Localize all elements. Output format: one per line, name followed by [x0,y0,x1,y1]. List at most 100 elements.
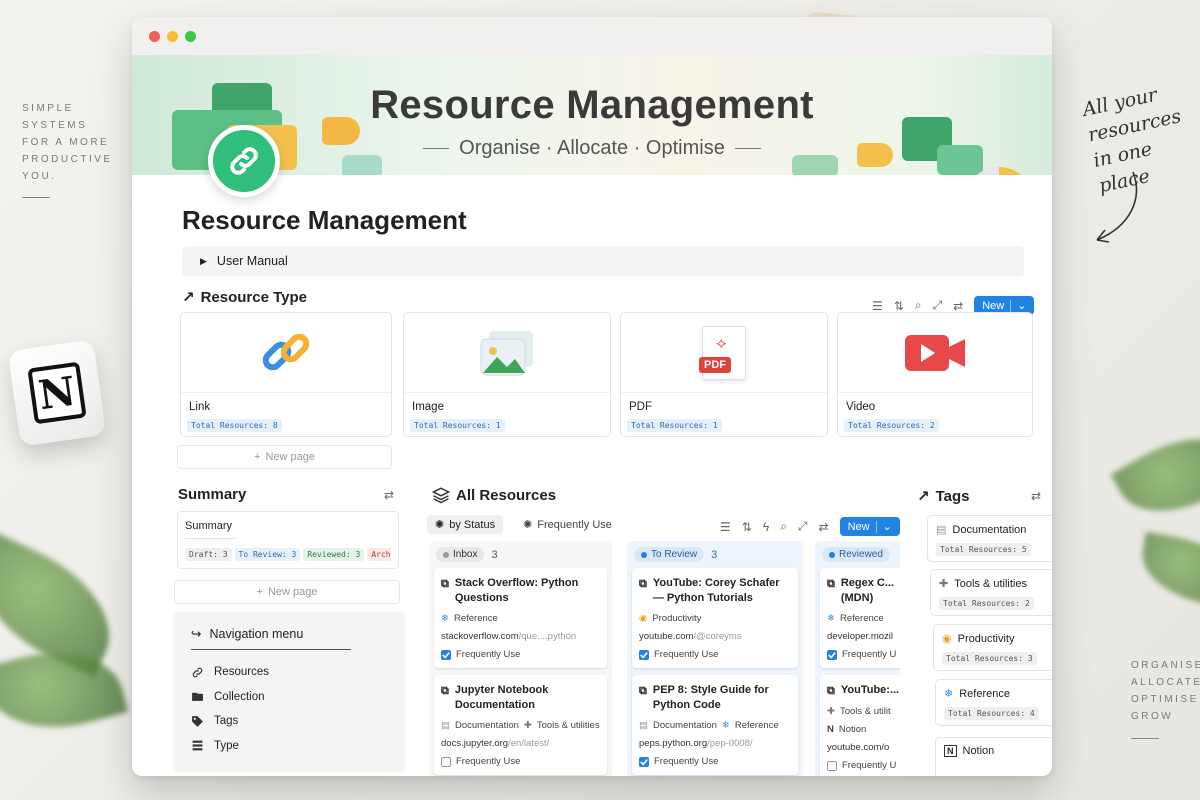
snowflake-icon: ❄ [944,688,954,700]
checkbox-label: Frequently U [842,649,897,660]
nav-item-label: Collection [214,690,265,703]
resource-type-card-pdf[interactable]: ⟡ PDF PDF Total Resources: 1 [620,312,828,437]
url-path: /en/latest/ [508,738,550,749]
resource-url[interactable]: youtube.com/o [827,742,900,753]
settings-sliders-icon[interactable]: ⇄ [953,299,963,313]
resource-title: ⧉ Stack Overflow: Python Questions [441,576,600,606]
resource-card[interactable]: ⧉ YouTube: Corey Schafer — Python Tutoria… [632,568,798,668]
column-header: Inbox 3 [436,547,607,562]
checkbox-label: Frequently Use [654,649,719,660]
folder-icon [192,692,203,702]
resource-url[interactable]: stackoverflow.com/que....python [441,631,600,642]
minimize-window-button[interactable] [167,31,178,42]
frequently-use-checkbox[interactable]: Frequently U [827,760,900,771]
resource-type-heading[interactable]: ↗ Resource Type [182,288,307,307]
tag-card-productivity[interactable]: ◉ Productivity Total Resources: 3 [933,624,1052,671]
url-main: youtube.com/o [827,742,890,753]
tag-card-tools-utilities[interactable]: ✚ Tools & utilities Total Resources: 2 [930,569,1052,616]
resource-url[interactable]: docs.jupyter.org/en/latest/ [441,738,600,749]
resource-url[interactable]: developer.mozil [827,631,900,642]
settings-sliders-icon[interactable]: ⇄ [1031,489,1041,503]
frequently-use-checkbox[interactable]: Frequently Use [639,756,791,767]
resource-type-card-link[interactable]: Link Total Resources: 8 [180,312,392,437]
resource-card[interactable]: ⧉ Stack Overflow: Python Questions ❄ Refer… [434,568,607,668]
frequently-use-checkbox[interactable]: Frequently Use [639,649,791,660]
resource-card[interactable]: ⧉ Regex C... (MDN) ❄ Reference developer.m… [820,568,900,668]
user-manual-label: User Manual [216,254,288,268]
tags-heading-text: Tags [935,487,970,505]
new-page-button[interactable]: + New page [177,445,392,469]
summary-card[interactable]: Summary Draft: 3 To Review: 3 Reviewed: … [177,511,399,569]
search-icon[interactable]: ⌕ [780,519,787,534]
tab-frequently-use[interactable]: ✺ Frequently Use [515,515,620,534]
tag-card-documentation[interactable]: ▤ Documentation Total Resources: 5 [927,515,1052,562]
filter-icon[interactable]: ☰ [720,520,731,534]
tag-label: Reference [839,613,884,624]
resource-type-card-video[interactable]: Video Total Resources: 2 [837,312,1033,437]
tags-heading[interactable]: ↗ Tags [917,487,970,506]
status-pill: Reviewed [822,547,890,562]
tag-name: ✚ Tools & utilities [939,577,1051,591]
expand-icon[interactable]: ⤢ [798,519,808,534]
frequently-use-checkbox[interactable]: Frequently Use [441,649,600,660]
resource-tags: ❄ Reference [441,613,600,624]
new-resource-button[interactable]: New ⌄ [839,517,900,536]
banner-title: Resource Management [370,83,814,127]
total-resources-pill: Total Resources: 8 [187,419,282,432]
page-icon[interactable] [208,125,280,197]
tag-label: Tools & utilit [839,706,891,717]
tag-name-text: Tools & utilities [954,577,1027,590]
nav-item-resources[interactable]: Resources [191,660,387,685]
image-icon [480,330,533,375]
frequently-use-checkbox[interactable]: Frequently U [827,649,900,660]
tag-card-reference[interactable]: ❄ Reference Total Resources: 4 [935,679,1052,726]
resource-card[interactable]: ⧉ PEP 8: Style Guide for Python Code ▤ Doc… [632,675,798,775]
tag-label: Documentation [652,720,717,731]
arrow-right-curved-icon: ↪ [191,627,202,641]
chevron-down-icon: ⌄ [1017,300,1027,312]
new-page-button[interactable]: + New page [174,580,400,604]
column-name: Reviewed [839,549,883,560]
tag-label: Documentation [454,720,519,731]
resource-tags: ◉ Productivity [639,613,791,624]
resource-url[interactable]: youtube.com/@coreyms [639,631,791,642]
filter-icon[interactable]: ☰ [872,299,883,313]
sort-icon[interactable]: ⇅ [894,299,904,313]
search-icon[interactable]: ⌕ [915,298,922,313]
summary-heading[interactable]: Summary [178,486,246,503]
nav-item-collection[interactable]: Collection [191,685,387,710]
pdf-acrobat-mark: ⟡ [716,334,727,352]
all-resources-heading[interactable]: All Resources [432,486,556,504]
url-path: /@coreyms [693,631,742,642]
arrow-up-right-icon: ↗ [917,488,930,505]
user-manual-toggle[interactable]: ▶ User Manual [182,246,1024,276]
tag-name: ◉ Productivity [942,632,1052,646]
resource-title-text: Regex C... (MDN) [840,577,895,604]
settings-sliders-icon[interactable]: ⇄ [384,488,394,502]
maximize-window-button[interactable] [185,31,196,42]
curved-arrow-icon [1096,171,1138,243]
lightning-icon[interactable]: ϟ [763,520,769,534]
snowflake-icon: ❄ [721,720,730,731]
resource-card[interactable]: ⧉ YouTube:... ✚ Tools & utilit N Notion you… [820,675,900,776]
settings-sliders-icon[interactable]: ⇄ [819,520,829,534]
close-window-button[interactable] [149,31,160,42]
expand-icon[interactable]: ⤢ [933,298,943,313]
nav-item-type[interactable]: Type [191,734,387,759]
resource-type-card-image[interactable]: Image Total Resources: 1 [403,312,611,437]
tag-label: Notion [838,724,867,735]
notion-logo-icon: N [27,361,87,425]
tab-by-status[interactable]: ✺ by Status [427,515,504,534]
nav-item-tags[interactable]: Tags [191,709,387,734]
resource-title: ⧉ Regex C... (MDN) [827,576,900,606]
frequently-use-checkbox[interactable]: Frequently Use [441,756,600,767]
url-main: docs.jupyter.org [441,738,509,749]
all-resources-toolbar: ☰ ⇅ ϟ ⌕ ⤢ ⇄ New ⌄ [720,517,900,536]
sort-icon[interactable]: ⇅ [742,520,752,534]
status-dot [443,551,449,558]
resource-card[interactable]: ⧉ Jupyter Notebook Documentation ▤ Documen… [434,675,607,775]
arrow-up-right-icon: ↗ [182,289,195,306]
resource-url[interactable]: peps.python.org/pep-0008/ [639,738,791,749]
card-name: Link [189,401,211,413]
tag-card-notion[interactable]: N Notion [935,737,1052,776]
